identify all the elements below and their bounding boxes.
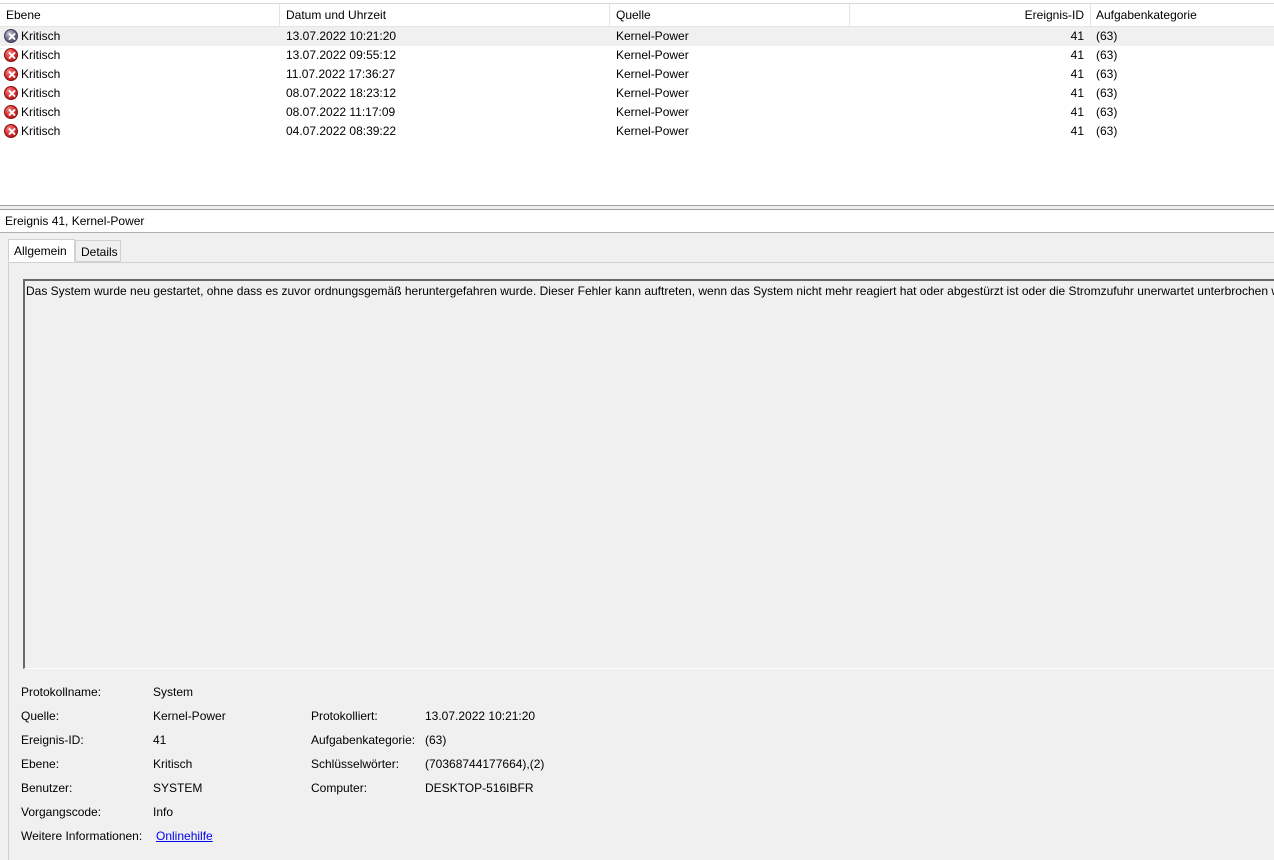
date-cell: 04.07.2022 08:39:22 xyxy=(286,124,397,138)
event-list-header: Ebene Datum und Uhrzeit Quelle Ereignis-… xyxy=(0,3,1274,27)
level-text: Kritisch xyxy=(21,86,61,100)
table-row[interactable]: Kritisch 13.07.2022 09:55:12 Kernel-Powe… xyxy=(0,46,1274,65)
logged-label: Protokolliert: xyxy=(311,709,378,723)
date-cell: 13.07.2022 09:55:12 xyxy=(286,48,397,62)
level-label: Ebene: xyxy=(21,757,60,771)
event-id-value[interactable]: 41 xyxy=(153,733,166,747)
task-category-cell: (63) xyxy=(1096,29,1118,43)
column-header-date[interactable]: Datum und Uhrzeit xyxy=(280,4,392,26)
task-category-value[interactable]: (63) xyxy=(425,733,446,747)
keywords-value[interactable]: (70368744177664),(2) xyxy=(425,757,544,771)
user-label: Benutzer: xyxy=(21,781,73,795)
table-row[interactable]: Kritisch 04.07.2022 08:39:22 Kernel-Powe… xyxy=(0,122,1274,141)
more-info-label: Weitere Informationen: xyxy=(21,829,143,843)
critical-error-icon xyxy=(4,104,18,119)
computer-value[interactable]: DESKTOP-516IBFR xyxy=(425,781,533,795)
critical-error-icon xyxy=(4,123,18,138)
level-cell: Kritisch xyxy=(4,46,274,65)
column-header-level[interactable]: Ebene xyxy=(0,4,47,26)
level-cell: Kritisch xyxy=(4,27,274,46)
column-header-task-category[interactable]: Aufgabenkategorie xyxy=(1090,4,1203,26)
online-help-link[interactable]: Onlinehilfe xyxy=(156,829,213,843)
level-text: Kritisch xyxy=(21,67,61,81)
event-id-label: Ereignis-ID: xyxy=(21,733,84,747)
date-cell: 13.07.2022 10:21:20 xyxy=(286,29,397,43)
event-list: Ebene Datum und Uhrzeit Quelle Ereignis-… xyxy=(0,0,1274,205)
task-category-label: Aufgabenkategorie: xyxy=(311,733,416,747)
event-rows: Kritisch 13.07.2022 10:21:20 Kernel-Powe… xyxy=(0,27,1274,141)
event-id-cell: 41 xyxy=(1070,86,1084,100)
opcode-value[interactable]: Info xyxy=(153,805,173,819)
event-detail-pane: Ereignis 41, Kernel-Power Allgemein Deta… xyxy=(0,210,1274,860)
event-description[interactable]: Das System wurde neu gestartet, ohne das… xyxy=(23,279,1274,669)
source-cell: Kernel-Power xyxy=(616,48,689,62)
computer-label: Computer: xyxy=(311,781,368,795)
critical-error-icon xyxy=(4,66,18,81)
event-id-cell: 41 xyxy=(1070,124,1084,138)
source-cell: Kernel-Power xyxy=(616,86,689,100)
table-row[interactable]: Kritisch 08.07.2022 11:17:09 Kernel-Powe… xyxy=(0,103,1274,122)
source-cell: Kernel-Power xyxy=(616,105,689,119)
log-name-value[interactable]: System xyxy=(153,685,193,699)
opcode-label: Vorgangscode: xyxy=(21,805,102,819)
table-row[interactable]: Kritisch 13.07.2022 10:21:20 Kernel-Powe… xyxy=(0,27,1274,46)
level-cell: Kritisch xyxy=(4,122,274,141)
column-header-source[interactable]: Quelle xyxy=(610,4,657,26)
task-category-cell: (63) xyxy=(1096,48,1118,62)
level-cell: Kritisch xyxy=(4,65,274,84)
source-cell: Kernel-Power xyxy=(616,124,689,138)
date-cell: 08.07.2022 18:23:12 xyxy=(286,86,397,100)
task-category-cell: (63) xyxy=(1096,124,1118,138)
table-row[interactable]: Kritisch 08.07.2022 18:23:12 Kernel-Powe… xyxy=(0,84,1274,103)
level-text: Kritisch xyxy=(21,48,61,62)
date-cell: 11.07.2022 17:36:27 xyxy=(286,67,396,81)
event-id-cell: 41 xyxy=(1070,48,1084,62)
level-value[interactable]: Kritisch xyxy=(153,757,192,771)
tab-general-panel: Das System wurde neu gestartet, ohne das… xyxy=(8,262,1274,860)
level-text: Kritisch xyxy=(21,105,61,119)
level-cell: Kritisch xyxy=(4,84,274,103)
task-category-cell: (63) xyxy=(1096,86,1118,100)
tab-allgemein[interactable]: Allgemein xyxy=(8,239,75,262)
logged-value[interactable]: 13.07.2022 10:21:20 xyxy=(425,709,535,723)
column-header-event-id[interactable]: Ereignis-ID xyxy=(850,4,1090,26)
level-text: Kritisch xyxy=(21,29,61,43)
critical-error-icon xyxy=(4,28,18,43)
keywords-label: Schlüsselwörter: xyxy=(311,757,400,771)
event-id-cell: 41 xyxy=(1070,105,1084,119)
user-value[interactable]: SYSTEM xyxy=(153,781,202,795)
date-cell: 08.07.2022 11:17:09 xyxy=(286,105,396,119)
source-cell: Kernel-Power xyxy=(616,67,689,81)
critical-error-icon xyxy=(4,85,18,100)
detail-title: Ereignis 41, Kernel-Power xyxy=(0,210,1274,233)
source-label: Quelle: xyxy=(21,709,60,723)
task-category-cell: (63) xyxy=(1096,105,1118,119)
source-value[interactable]: Kernel-Power xyxy=(153,709,226,723)
event-id-cell: 41 xyxy=(1070,29,1084,43)
log-name-label: Protokollname: xyxy=(21,685,102,699)
event-id-cell: 41 xyxy=(1070,67,1084,81)
level-text: Kritisch xyxy=(21,124,61,138)
tab-details[interactable]: Details xyxy=(75,240,121,262)
source-cell: Kernel-Power xyxy=(616,29,689,43)
task-category-cell: (63) xyxy=(1096,67,1118,81)
critical-error-icon xyxy=(4,47,18,62)
level-cell: Kritisch xyxy=(4,103,274,122)
table-row[interactable]: Kritisch 11.07.2022 17:36:27 Kernel-Powe… xyxy=(0,65,1274,84)
